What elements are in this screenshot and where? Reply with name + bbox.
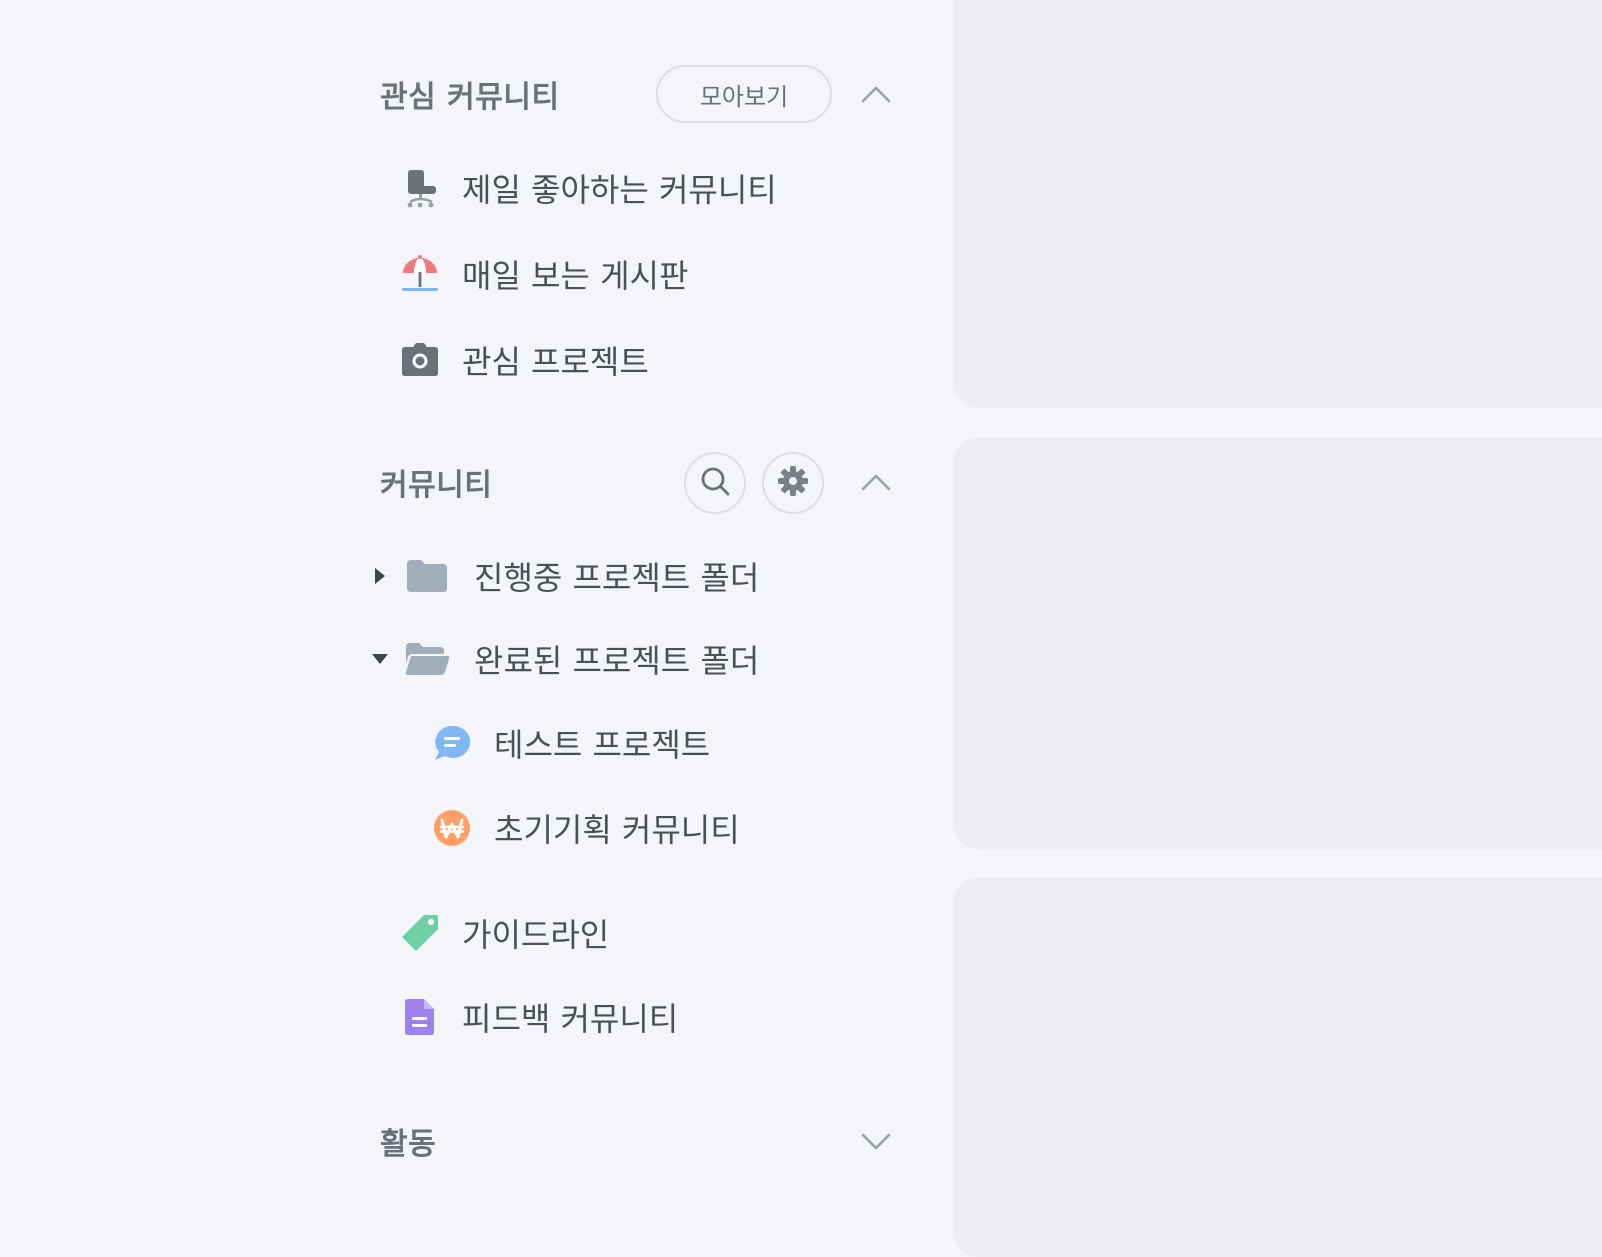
settings-button[interactable] [762, 452, 824, 514]
folder-child-test-project[interactable]: 테스트 프로젝트 [432, 713, 710, 773]
collapse-community-chevron-up-icon[interactable] [858, 464, 894, 500]
folder-child-early-planning[interactable]: 초기기획 커뮤니티 [432, 798, 740, 858]
content-panel-3 [953, 877, 1602, 1257]
favorite-item-1[interactable]: 제일 좋아하는 커뮤니티 [400, 158, 777, 218]
favorite-item-label: 관심 프로젝트 [462, 343, 649, 381]
folder-label: 진행중 프로젝트 폴더 [474, 559, 760, 597]
favorite-item-2[interactable]: 매일 보는 게시판 [400, 244, 688, 304]
folder-child-label: 초기기획 커뮤니티 [494, 811, 740, 849]
sidebar: 관심 커뮤니티 모아보기 제일 좋아하는 커뮤니티 매일 보는 게시판 관심 프… [0, 0, 960, 1220]
search-button[interactable] [684, 452, 746, 514]
folder-item-completed[interactable]: 완료된 프로젝트 폴더 [370, 629, 759, 689]
community-item-guideline[interactable]: 가이드라인 [400, 903, 609, 963]
caret-down-icon[interactable] [370, 649, 390, 669]
office-chair-icon [400, 168, 440, 208]
gear-icon [777, 465, 809, 501]
chat-bubble-icon [432, 723, 472, 763]
view-all-button[interactable]: 모아보기 [656, 65, 832, 123]
community-item-label: 피드백 커뮤니티 [462, 1000, 679, 1038]
folder-child-label: 테스트 프로젝트 [494, 726, 711, 764]
favorite-item-label: 매일 보는 게시판 [462, 257, 689, 295]
favorites-section-header: 관심 커뮤니티 모아보기 [380, 64, 900, 124]
expand-activity-chevron-down-icon[interactable] [858, 1123, 894, 1159]
favorites-section-title: 관심 커뮤니티 [380, 80, 560, 115]
won-coin-icon [432, 808, 472, 848]
caret-right-icon[interactable] [370, 566, 390, 586]
folder-label: 완료된 프로젝트 폴더 [474, 642, 760, 680]
folder-closed-icon [404, 556, 450, 596]
content-panel-1 [953, 0, 1602, 408]
search-icon [699, 465, 731, 501]
community-item-feedback[interactable]: 피드백 커뮤니티 [400, 987, 678, 1047]
content-panel-2 [953, 437, 1602, 849]
favorite-item-label: 제일 좋아하는 커뮤니티 [462, 171, 777, 209]
document-icon [400, 997, 440, 1037]
favorite-item-3[interactable]: 관심 프로젝트 [400, 330, 649, 390]
community-item-label: 가이드라인 [462, 916, 610, 954]
folder-open-icon [404, 639, 450, 679]
tag-icon [400, 913, 440, 953]
beach-umbrella-icon [400, 254, 440, 294]
collapse-favorites-chevron-up-icon[interactable] [858, 76, 894, 112]
activity-section-header: 활동 [380, 1111, 900, 1171]
camera-icon [400, 340, 440, 380]
community-section-title: 커뮤니티 [380, 468, 493, 503]
community-section-header: 커뮤니티 [380, 452, 900, 514]
activity-section-title: 활동 [380, 1127, 437, 1162]
folder-item-in-progress[interactable]: 진행중 프로젝트 폴더 [370, 546, 759, 606]
